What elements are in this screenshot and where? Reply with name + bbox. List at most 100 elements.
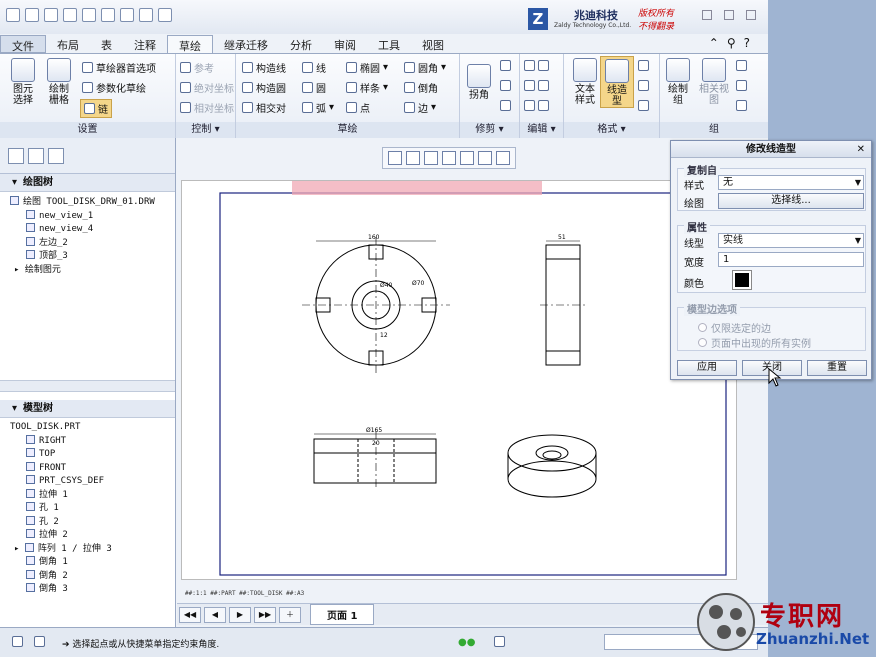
tab-file[interactable]: 文件: [0, 35, 46, 53]
collapse-ribbon-icon[interactable]: ⌃: [709, 36, 719, 50]
tab-analysis[interactable]: 分析: [279, 35, 323, 53]
save-icon[interactable]: [63, 8, 77, 22]
intersect-button[interactable]: 相交对: [242, 100, 286, 115]
tab-table[interactable]: 表: [90, 35, 123, 53]
tab-sketch[interactable]: 草绘: [167, 35, 213, 53]
absolute-coord-button[interactable]: 绝对坐标: [180, 80, 234, 95]
fillet-button[interactable]: 圆角 ▾: [404, 60, 446, 75]
tree-item[interactable]: 倒角 1: [10, 556, 175, 570]
windows-icon[interactable]: [139, 8, 153, 22]
chamfer-button[interactable]: 倒角: [404, 80, 438, 95]
selection-filter-icon[interactable]: [494, 636, 505, 647]
construction-line-button[interactable]: 构造线: [242, 60, 286, 75]
related-view-button[interactable]: 相关视 图: [696, 58, 732, 106]
format-tool-3[interactable]: [638, 100, 649, 111]
group-tool-3[interactable]: [736, 100, 747, 111]
arc-button[interactable]: 弧 ▾: [302, 100, 334, 115]
search-icon[interactable]: ⚲: [727, 36, 736, 50]
sketcher-prefs-button[interactable]: 草绘器首选项: [82, 60, 156, 75]
model-tree-header[interactable]: ▾ 模型树: [0, 400, 175, 418]
select-entity-button[interactable]: 图元 选择: [8, 58, 38, 106]
tree-item[interactable]: new_view_1: [10, 209, 175, 224]
trim-tool-2[interactable]: [500, 80, 511, 91]
prev-page-icon[interactable]: ◀: [204, 606, 226, 623]
tree-item[interactable]: 左边_2: [10, 236, 175, 251]
circle-button[interactable]: 圆: [302, 80, 326, 95]
tree-item[interactable]: 倒角 2: [10, 569, 175, 584]
line-button[interactable]: 线: [302, 60, 326, 75]
tree-item[interactable]: 绘图 TOOL_DISK_DRW_01.DRW: [10, 196, 175, 210]
tab-tools[interactable]: 工具: [367, 35, 411, 53]
edge-button[interactable]: 边 ▾: [404, 100, 436, 115]
tree-item[interactable]: PRT_CSYS_DEF: [10, 475, 175, 489]
maximize-icon[interactable]: [724, 10, 734, 20]
navigator-toggle-icon[interactable]: [12, 636, 23, 647]
close-window-icon[interactable]: [158, 8, 172, 22]
apply-button[interactable]: 应用: [677, 360, 737, 376]
zoom-out-icon[interactable]: [424, 151, 438, 165]
tab-view[interactable]: 视图: [411, 35, 455, 53]
undo-icon[interactable]: [82, 8, 96, 22]
tree-item[interactable]: ▸ 绘制图元: [10, 264, 175, 278]
trim-tool-1[interactable]: [500, 60, 511, 71]
width-input[interactable]: 1: [718, 252, 864, 267]
close-icon[interactable]: [746, 10, 756, 20]
folder-browser-tab-icon[interactable]: [28, 148, 44, 164]
tree-item[interactable]: 拉伸 2: [10, 529, 175, 543]
datum-display-icon[interactable]: [478, 151, 492, 165]
annotation-display-icon[interactable]: [496, 151, 510, 165]
tree-item[interactable]: 孔 1: [10, 502, 175, 516]
first-page-icon[interactable]: ◀◀: [179, 606, 201, 623]
relative-coord-button[interactable]: 相对坐标: [180, 100, 234, 115]
help-icon[interactable]: ?: [744, 36, 750, 50]
tab-layout[interactable]: 布局: [46, 35, 90, 53]
chain-button[interactable]: 链: [80, 99, 112, 118]
new-icon[interactable]: [25, 8, 39, 22]
group-tool-1[interactable]: [736, 60, 747, 71]
next-page-icon[interactable]: ▶: [229, 606, 251, 623]
tree-item[interactable]: TOOL_DISK.PRT: [10, 421, 175, 435]
tree-item[interactable]: ▸ 阵列 1 / 拉伸 3: [10, 542, 175, 557]
minimize-icon[interactable]: [702, 10, 712, 20]
model-tree-tab-icon[interactable]: [8, 148, 24, 164]
rotate-button[interactable]: [524, 80, 549, 91]
reference-button[interactable]: 参考: [180, 60, 214, 75]
tab-review[interactable]: 审阅: [323, 35, 367, 53]
construction-circle-button[interactable]: 构造圆: [242, 80, 286, 95]
color-swatch-button[interactable]: [732, 270, 752, 290]
radio-selected-edges[interactable]: 仅限选定的边: [698, 320, 771, 335]
repaint-icon[interactable]: [442, 151, 456, 165]
tree-item[interactable]: 拉伸 1: [10, 488, 175, 503]
tree-item[interactable]: new_view_4: [10, 223, 175, 237]
zoom-in-icon[interactable]: [406, 151, 420, 165]
text-style-button[interactable]: 文本 样式: [568, 58, 602, 106]
radio-all-instances[interactable]: 页面中出现的所有实例: [698, 335, 811, 350]
tab-legacy-migration[interactable]: 继承迁移: [213, 35, 279, 53]
favorites-tab-icon[interactable]: [48, 148, 64, 164]
regenerate-icon[interactable]: [120, 8, 134, 22]
group-tool-2[interactable]: [736, 80, 747, 91]
tree-item[interactable]: 倒角 3: [10, 583, 175, 597]
transform-button[interactable]: [524, 100, 549, 111]
drawing-tree-header[interactable]: ▾ 绘图树: [0, 174, 175, 192]
open-icon[interactable]: [44, 8, 58, 22]
dialog-close-icon[interactable]: ✕: [857, 141, 865, 158]
redo-icon[interactable]: [101, 8, 115, 22]
select-line-button[interactable]: 选择线...: [718, 193, 864, 209]
tab-annotate[interactable]: 注释: [123, 35, 167, 53]
display-style-icon[interactable]: [460, 151, 474, 165]
refit-icon[interactable]: [388, 151, 402, 165]
tree-item[interactable]: 顶部_3: [10, 250, 175, 264]
trim-tool-3[interactable]: [500, 100, 511, 111]
tree-item[interactable]: TOP: [10, 448, 175, 462]
last-page-icon[interactable]: ▶▶: [254, 606, 276, 623]
drawing-tree-scrollbar[interactable]: [0, 380, 175, 392]
style-select[interactable]: 无 ▼: [718, 175, 864, 190]
linetype-select[interactable]: 实线 ▼: [718, 233, 864, 248]
draw-group-button[interactable]: 绘制 组: [662, 58, 694, 106]
point-button[interactable]: 点: [346, 100, 370, 115]
ellipse-button[interactable]: 椭圆 ▾: [346, 60, 388, 75]
new-page-icon[interactable]: ＋: [279, 606, 301, 623]
line-style-button[interactable]: 线造 型: [600, 56, 634, 108]
format-tool-2[interactable]: [638, 80, 649, 91]
